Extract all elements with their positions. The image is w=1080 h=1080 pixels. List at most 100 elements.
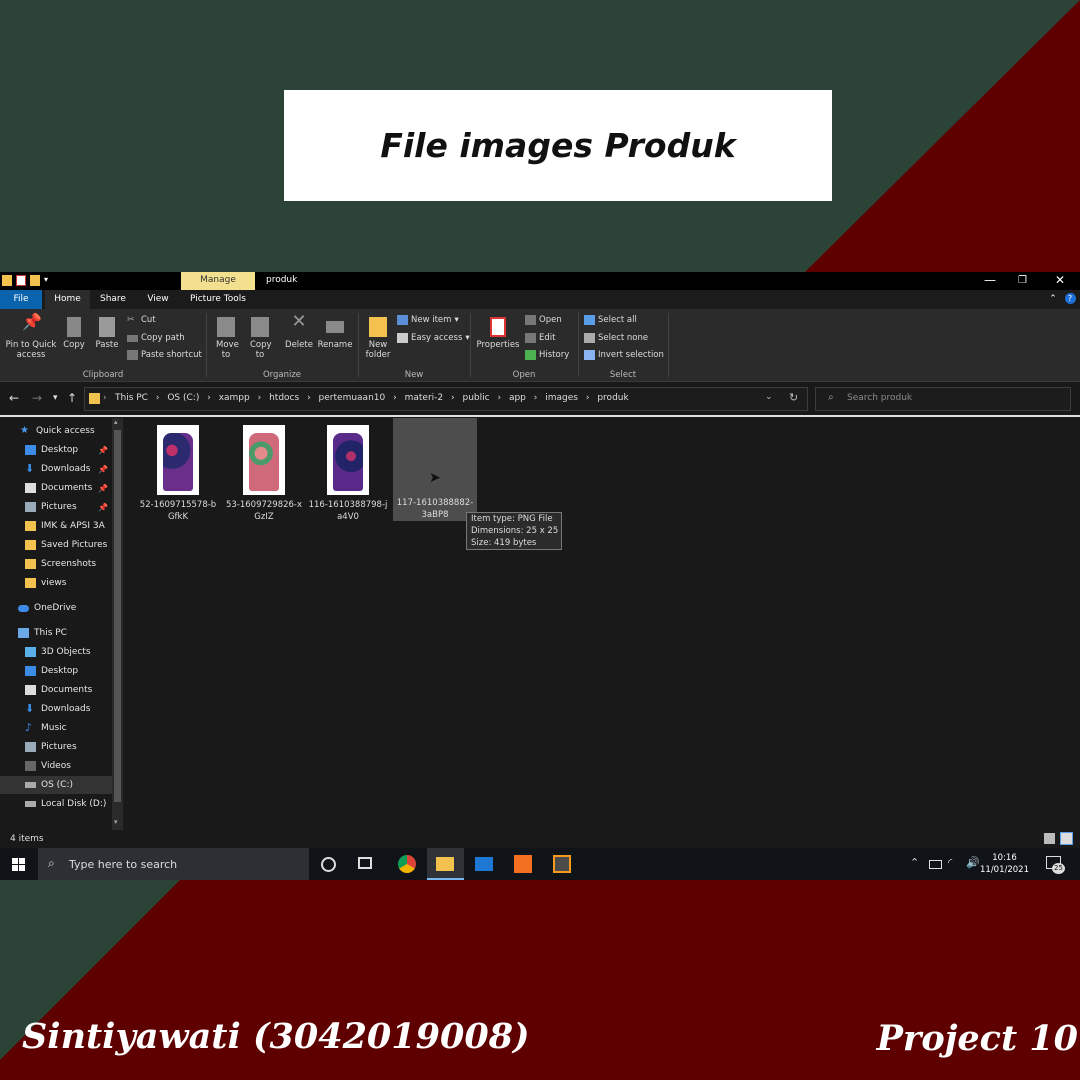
nav-item-documents[interactable]: Documents 📌: [0, 479, 112, 497]
rename-button[interactable]: Rename: [316, 317, 354, 350]
cortana-icon[interactable]: [321, 857, 336, 872]
breadcrumb-separator[interactable]: ›: [307, 393, 311, 403]
properties-icon[interactable]: [16, 275, 26, 286]
new-folder-button[interactable]: New folder: [364, 317, 392, 360]
breadcrumb-item[interactable]: materi-2: [405, 393, 444, 403]
nav-item-imk-apsi[interactable]: IMK & APSI 3A: [0, 517, 112, 535]
tab-file[interactable]: File: [0, 290, 42, 309]
windows-start-icon[interactable]: [12, 858, 25, 871]
volume-icon[interactable]: 🔊: [966, 856, 980, 869]
search-box[interactable]: ⌕ Search produk: [815, 387, 1071, 411]
show-hidden-icons-icon[interactable]: ⌃: [910, 856, 919, 869]
breadcrumb-item[interactable]: produk: [597, 393, 628, 403]
sublime-text-icon[interactable]: [553, 855, 571, 873]
copy-to-button[interactable]: Copy to: [246, 317, 274, 360]
file-item[interactable]: 116-1610388798-j a4V0: [308, 420, 388, 523]
invert-selection-button[interactable]: Invert selection: [584, 350, 664, 360]
new-item-button[interactable]: New item ▾: [397, 315, 459, 325]
breadcrumb-separator[interactable]: ›: [156, 393, 160, 403]
nav-item-downloads[interactable]: ⬇ Downloads 📌: [0, 460, 112, 478]
pin-to-quick-access-button[interactable]: 📌 Pin to Quick access: [4, 314, 58, 361]
breadcrumb-separator[interactable]: ›: [497, 393, 501, 403]
breadcrumb-item[interactable]: pertemuaan10: [319, 393, 386, 403]
new-folder-icon[interactable]: [30, 275, 40, 286]
battery-icon[interactable]: [929, 860, 942, 869]
copy-path-button[interactable]: Copy path: [127, 333, 185, 343]
breadcrumb-separator[interactable]: ›: [207, 393, 211, 403]
address-bar[interactable]: › This PC › OS (C:) › xampp › htdocs › p…: [84, 387, 808, 411]
forward-arrow-icon[interactable]: →: [32, 391, 42, 405]
delete-button[interactable]: ✕ Delete: [284, 313, 314, 351]
file-explorer-icon[interactable]: [436, 857, 454, 871]
breadcrumb-item[interactable]: htdocs: [269, 393, 299, 403]
mail-icon[interactable]: [475, 857, 493, 871]
wifi-icon[interactable]: ◜: [948, 856, 952, 869]
select-all-button[interactable]: Select all: [584, 315, 637, 325]
nav-item-videos[interactable]: Videos: [0, 757, 112, 775]
breadcrumb-item[interactable]: This PC: [115, 393, 148, 403]
open-button[interactable]: Open: [525, 315, 562, 325]
nav-item-music[interactable]: ♪ Music: [0, 719, 112, 737]
nav-quick-access[interactable]: ★ Quick access: [0, 422, 112, 440]
nav-item-pc-downloads[interactable]: ⬇ Downloads: [0, 700, 112, 718]
breadcrumb-item[interactable]: xampp: [219, 393, 250, 403]
large-icons-view-icon[interactable]: [1060, 832, 1073, 845]
minimize-button[interactable]: —: [984, 273, 996, 287]
scroll-up-icon[interactable]: ▴: [114, 418, 118, 426]
breadcrumb-separator[interactable]: ›: [393, 393, 397, 403]
up-arrow-icon[interactable]: ↑: [67, 391, 77, 405]
tab-view[interactable]: View: [137, 290, 179, 309]
taskbar-search[interactable]: ⌕ Type here to search: [38, 848, 309, 880]
select-none-button[interactable]: Select none: [584, 333, 648, 343]
back-arrow-icon[interactable]: ←: [9, 391, 19, 405]
address-dropdown-icon[interactable]: ⌄: [765, 392, 773, 402]
nav-item-views[interactable]: views: [0, 574, 112, 592]
edit-button[interactable]: Edit: [525, 333, 555, 343]
scroll-down-icon[interactable]: ▾: [114, 818, 118, 826]
properties-button[interactable]: Properties: [476, 317, 520, 350]
xampp-icon[interactable]: [514, 855, 532, 873]
tab-picture-tools[interactable]: Picture Tools: [183, 290, 253, 309]
nav-item-desktop[interactable]: Desktop 📌: [0, 441, 112, 459]
nav-this-pc[interactable]: This PC: [0, 624, 112, 642]
paste-button[interactable]: Paste: [94, 317, 120, 350]
nav-item-os-c[interactable]: OS (C:): [0, 776, 112, 794]
copy-button[interactable]: Copy: [62, 317, 86, 350]
refresh-icon[interactable]: ↻: [789, 391, 798, 404]
cut-button[interactable]: ✂ Cut: [127, 315, 156, 325]
file-item[interactable]: 52-1609715578-b GfkK: [138, 420, 218, 523]
nav-item-screenshots[interactable]: Screenshots: [0, 555, 112, 573]
breadcrumb-separator[interactable]: ›: [451, 393, 455, 403]
nav-item-saved-pictures[interactable]: Saved Pictures: [0, 536, 112, 554]
nav-item-pictures[interactable]: Pictures 📌: [0, 498, 112, 516]
chrome-icon[interactable]: [398, 855, 416, 873]
folder-icon[interactable]: [2, 275, 12, 286]
tab-share[interactable]: Share: [92, 290, 134, 309]
nav-item-3d-objects[interactable]: 3D Objects: [0, 643, 112, 661]
clock[interactable]: 10:16 11/01/2021: [980, 852, 1029, 876]
customize-toolbar-icon[interactable]: ▾: [44, 275, 51, 286]
tab-home[interactable]: Home: [45, 290, 90, 309]
breadcrumb-item[interactable]: app: [509, 393, 526, 403]
breadcrumb-separator[interactable]: ›: [258, 393, 262, 403]
breadcrumb-item[interactable]: OS (C:): [167, 393, 199, 403]
scrollbar-thumb[interactable]: [114, 430, 121, 802]
maximize-button[interactable]: ❐: [1018, 275, 1027, 286]
breadcrumb-separator[interactable]: ›: [586, 393, 590, 403]
move-to-button[interactable]: Move to: [212, 317, 240, 360]
nav-item-pc-pictures[interactable]: Pictures: [0, 738, 112, 756]
nav-item-local-disk-d[interactable]: Local Disk (D:): [0, 795, 112, 813]
breadcrumb-item[interactable]: images: [545, 393, 578, 403]
easy-access-button[interactable]: Easy access ▾: [397, 333, 470, 343]
paste-shortcut-button[interactable]: Paste shortcut: [127, 350, 202, 360]
nav-onedrive[interactable]: OneDrive: [0, 599, 112, 617]
nav-item-pc-desktop[interactable]: Desktop: [0, 662, 112, 680]
manage-context-tab[interactable]: Manage: [181, 272, 255, 290]
nav-scrollbar[interactable]: ▴ ▾: [112, 418, 123, 830]
close-button[interactable]: ✕: [1055, 273, 1065, 287]
file-item[interactable]: 53-1609729826-x GzIZ: [224, 420, 304, 523]
breadcrumb-separator[interactable]: ›: [534, 393, 538, 403]
recent-locations-icon[interactable]: ▾: [53, 393, 58, 403]
task-view-icon[interactable]: [358, 857, 372, 869]
file-item-selected[interactable]: ➤ 117-1610388882- 3aBP8: [393, 418, 477, 521]
